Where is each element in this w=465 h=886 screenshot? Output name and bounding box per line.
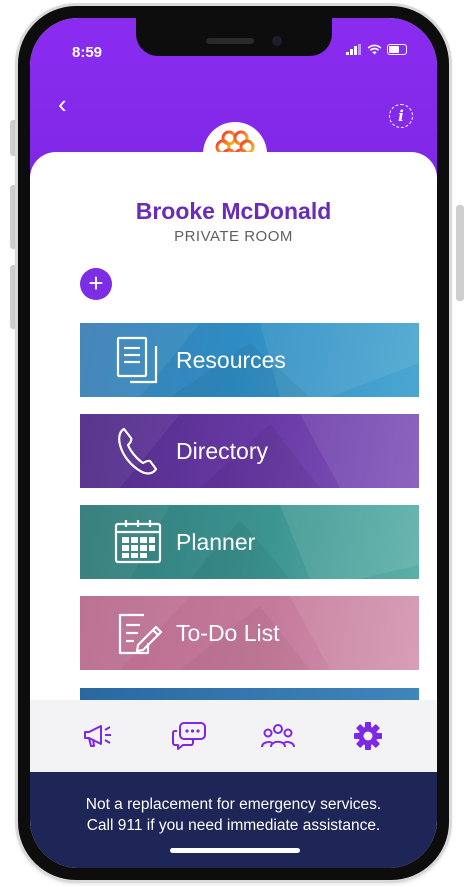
tile-resources[interactable]: Resources: [80, 323, 419, 397]
signal-icon: [346, 44, 361, 55]
app-screen: 8:59 ‹ i Brooke McDonald PRIVATE ROOM + …: [30, 18, 437, 868]
document-icon: [116, 336, 158, 384]
phone-frame: 8:59 ‹ i Brooke McDonald PRIVATE ROOM + …: [18, 6, 449, 880]
bottom-navigation: [30, 700, 437, 772]
wifi-icon: [367, 44, 382, 55]
phone-volume-down: [10, 265, 18, 329]
tile-planner-label: Planner: [176, 528, 256, 555]
info-icon[interactable]: i: [389, 104, 413, 128]
tile-planner[interactable]: Planner: [80, 505, 419, 579]
calendar-icon: [114, 520, 162, 564]
tile-todo-list-label: To-Do List: [176, 619, 280, 646]
tile-directory[interactable]: Directory: [80, 414, 419, 488]
status-icons: [346, 44, 407, 55]
disclaimer-line-1: Not a replacement for emergency services…: [85, 796, 382, 813]
battery-icon: [387, 44, 407, 55]
people-icon: [261, 724, 296, 748]
phone-power-button: [456, 205, 464, 301]
status-time: 8:59: [72, 44, 103, 61]
gear-icon: [354, 722, 383, 750]
emergency-disclaimer: Not a replacement for emergency services…: [30, 772, 437, 868]
add-button[interactable]: +: [80, 268, 112, 300]
tile-todo-list[interactable]: To-Do List: [80, 596, 419, 670]
home-indicator[interactable]: [170, 848, 300, 853]
nav-settings[interactable]: [345, 713, 391, 759]
chat-icon: [171, 722, 206, 750]
profile-name: Brooke McDonald: [135, 198, 332, 224]
nav-announcements[interactable]: [76, 713, 122, 759]
tile-directory-label: Directory: [176, 437, 269, 464]
phone-mute-switch: [10, 120, 18, 156]
checklist-pencil-icon: [118, 613, 163, 655]
phone-icon: [118, 427, 158, 475]
front-camera: [272, 36, 282, 46]
nav-people[interactable]: [255, 713, 301, 759]
megaphone-icon: [83, 725, 111, 747]
disclaimer-line-2: Call 911 if you need immediate assistanc…: [86, 817, 381, 834]
nav-messages[interactable]: [166, 713, 212, 759]
tile-resources-label: Resources: [176, 346, 286, 373]
back-chevron-icon[interactable]: ‹: [58, 91, 67, 117]
phone-volume-up: [10, 185, 18, 249]
phone-notch: [136, 18, 332, 56]
speaker-grille: [206, 38, 254, 44]
room-type: PRIVATE ROOM: [174, 228, 293, 245]
